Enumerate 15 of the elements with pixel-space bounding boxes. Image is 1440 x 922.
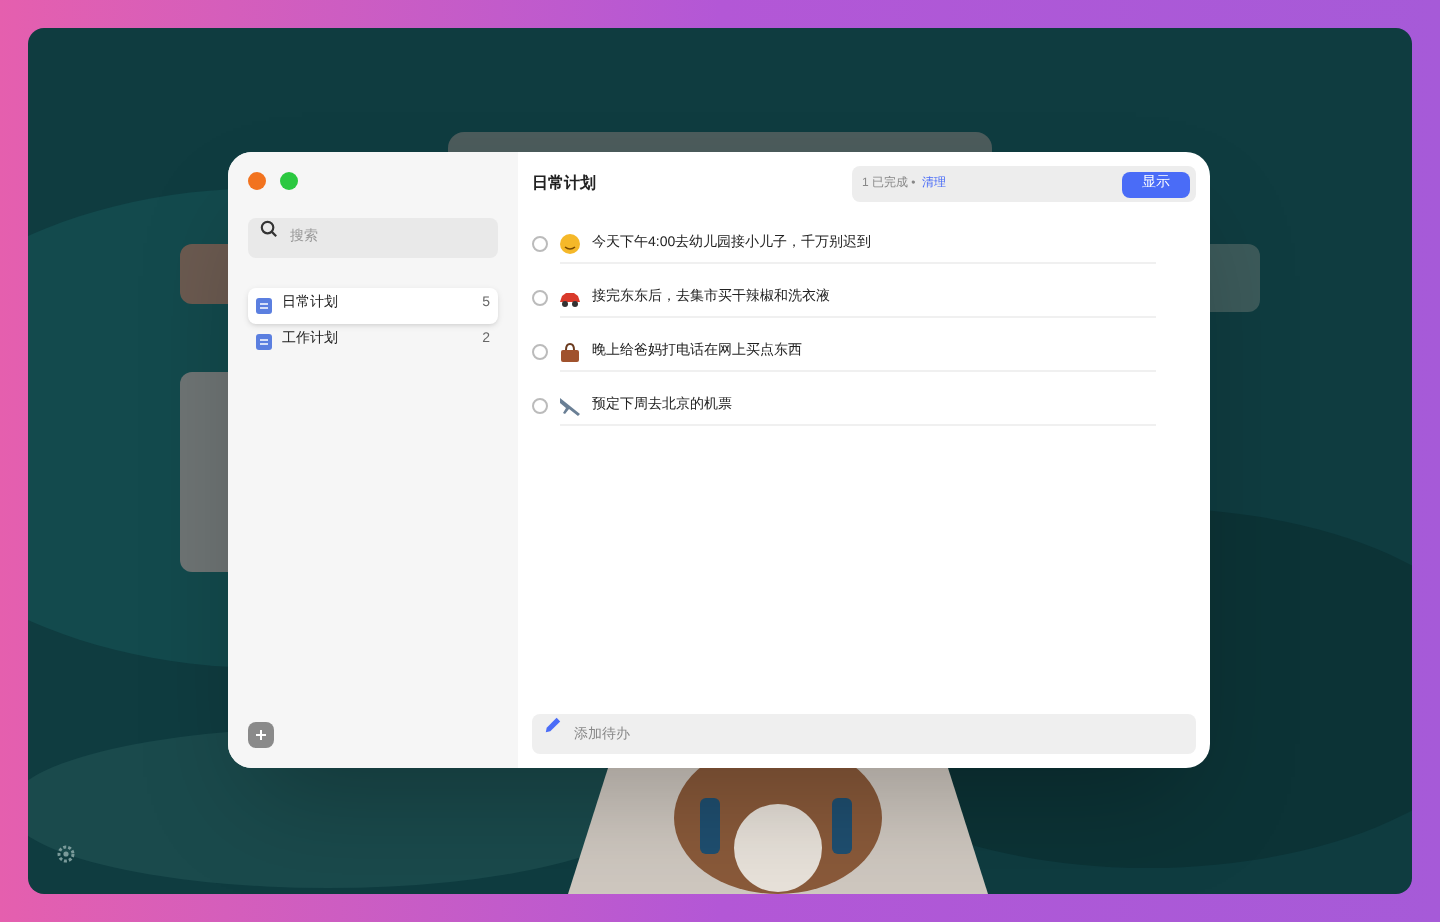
todo-checkbox[interactable] xyxy=(532,236,548,252)
todo-checkbox[interactable] xyxy=(532,398,548,414)
handbag-icon xyxy=(558,340,582,364)
list-title: 日常计划 xyxy=(532,172,596,196)
todo-checkbox[interactable] xyxy=(532,290,548,306)
search-icon xyxy=(260,219,278,237)
todo-checkbox[interactable] xyxy=(532,344,548,360)
list-icon xyxy=(256,297,272,313)
sun-face-icon xyxy=(558,232,582,256)
settings-icon[interactable] xyxy=(54,842,78,866)
list-icon xyxy=(256,333,272,349)
add-list-button[interactable] xyxy=(248,722,274,748)
plus-icon xyxy=(256,730,266,740)
pencil-icon xyxy=(544,716,562,734)
airplane-icon xyxy=(558,394,582,418)
